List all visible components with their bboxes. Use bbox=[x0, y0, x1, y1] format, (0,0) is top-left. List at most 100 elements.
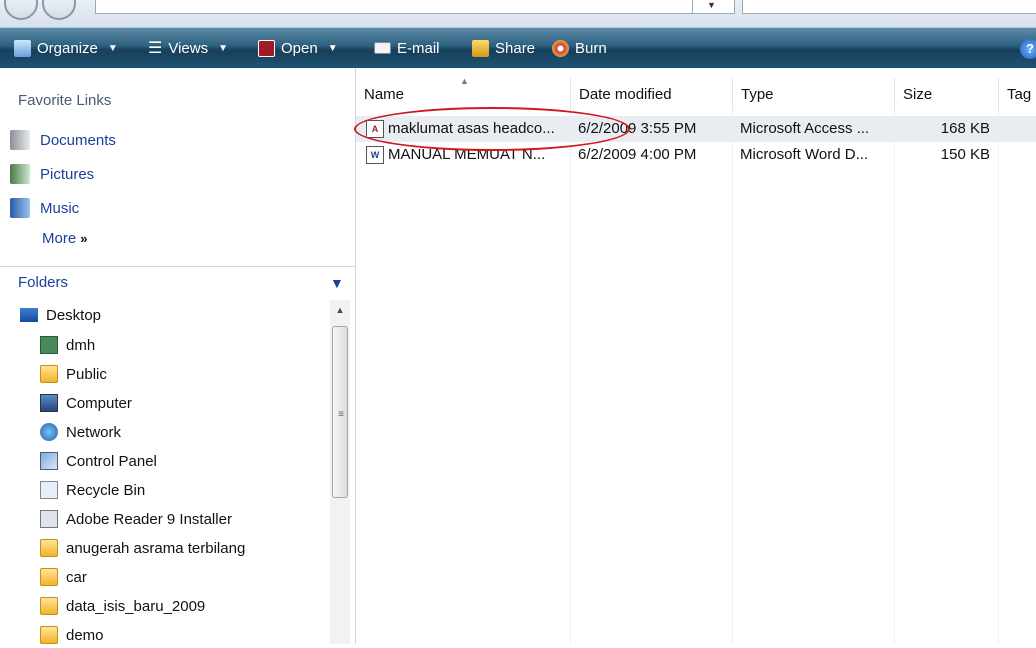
folder-icon bbox=[40, 365, 58, 383]
file-list: Name ▲ Date modified Type Size Tag A mak… bbox=[356, 68, 1036, 644]
folders-header[interactable]: Folders ▼ bbox=[0, 266, 356, 298]
tree-item-car[interactable]: car bbox=[40, 564, 87, 590]
tree-item-label: dmh bbox=[66, 336, 96, 354]
address-field[interactable] bbox=[95, 0, 735, 14]
folder-icon bbox=[40, 568, 58, 586]
documents-icon bbox=[10, 130, 30, 150]
folder-icon bbox=[40, 597, 58, 615]
pictures-icon bbox=[10, 164, 30, 184]
column-divider bbox=[570, 110, 571, 644]
tree-item-label: Recycle Bin bbox=[66, 481, 146, 499]
tree-item-label: Network bbox=[66, 423, 122, 441]
organize-icon bbox=[14, 39, 31, 57]
views-button[interactable]: ☰ Views ▼ bbox=[148, 28, 228, 68]
tree-item-recycle-bin[interactable]: Recycle Bin bbox=[40, 477, 145, 503]
views-label: Views bbox=[168, 39, 209, 57]
scroll-up-icon[interactable]: ▲ bbox=[330, 300, 350, 320]
search-input[interactable] bbox=[742, 0, 1036, 14]
tree-item-public[interactable]: Public bbox=[40, 361, 107, 387]
chevron-down-icon: ▼ bbox=[327, 42, 338, 54]
column-header-label: Tag bbox=[1007, 85, 1032, 103]
burn-button[interactable]: Burn bbox=[552, 28, 607, 68]
tree-item-label: Desktop bbox=[46, 306, 102, 324]
file-type: Microsoft Access ... bbox=[740, 120, 870, 137]
back-button[interactable] bbox=[4, 0, 38, 20]
column-header-label: Name bbox=[364, 85, 405, 103]
tree-item-adobe-reader-installer[interactable]: Adobe Reader 9 Installer bbox=[40, 506, 232, 532]
share-label: Share bbox=[495, 39, 536, 57]
help-icon[interactable]: ? bbox=[1020, 39, 1036, 59]
highlight-annotation-oval bbox=[354, 107, 630, 151]
share-icon bbox=[472, 39, 489, 57]
tree-item-network[interactable]: Network bbox=[40, 419, 121, 445]
favorite-links-heading: Favorite Links bbox=[18, 92, 112, 109]
address-dropdown-icon[interactable]: ▼ bbox=[692, 0, 730, 14]
computer-icon bbox=[40, 394, 58, 412]
burn-label: Burn bbox=[575, 39, 607, 57]
scroll-thumb[interactable]: ≡ bbox=[332, 326, 348, 498]
burn-disc-icon bbox=[552, 39, 569, 57]
desktop-icon bbox=[20, 308, 38, 322]
navigation-pane: Favorite Links Documents Pictures Music … bbox=[0, 68, 356, 644]
column-header-label: Size bbox=[903, 85, 933, 103]
email-label: E-mail bbox=[397, 39, 440, 57]
column-divider bbox=[998, 110, 999, 644]
access-app-icon bbox=[258, 39, 275, 57]
tree-item-label: anugerah asrama terbilang bbox=[66, 539, 246, 557]
file-type: Microsoft Word D... bbox=[740, 146, 869, 163]
column-header-tag[interactable]: Tag bbox=[998, 78, 1036, 110]
tree-item-label: car bbox=[66, 568, 87, 586]
file-size: 150 KB bbox=[940, 146, 990, 163]
folder-icon bbox=[40, 626, 58, 644]
grip-icon: ≡ bbox=[338, 409, 344, 420]
folders-scrollbar[interactable]: ▲ ≡ bbox=[330, 300, 350, 644]
column-header-type[interactable]: Type bbox=[732, 78, 894, 110]
organize-button[interactable]: Organize ▼ bbox=[14, 28, 118, 68]
tree-item-control-panel[interactable]: Control Panel bbox=[40, 448, 157, 474]
tree-item-label: Computer bbox=[66, 394, 132, 412]
tree-item-label: Control Panel bbox=[66, 452, 157, 470]
tree-item-demo[interactable]: demo bbox=[40, 622, 104, 648]
tree-item-label: demo bbox=[66, 626, 104, 644]
more-label: More bbox=[42, 230, 77, 247]
tree-item-desktop[interactable]: Desktop bbox=[20, 302, 101, 328]
more-links-button[interactable]: More» bbox=[42, 230, 87, 247]
installer-icon bbox=[40, 510, 58, 528]
favorite-link-music[interactable]: Music bbox=[10, 196, 79, 220]
forward-button[interactable] bbox=[42, 0, 76, 20]
column-header-date-modified[interactable]: Date modified bbox=[570, 78, 732, 110]
file-date-modified: 6/2/2009 4:00 PM bbox=[578, 146, 697, 163]
chevron-down-icon: ▼ bbox=[330, 274, 344, 291]
file-size: 168 KB bbox=[940, 120, 990, 137]
user-folder-icon bbox=[40, 336, 58, 354]
column-header-label: Type bbox=[741, 85, 774, 103]
network-icon bbox=[40, 423, 58, 441]
column-divider bbox=[732, 110, 733, 644]
chevron-down-icon: ▼ bbox=[218, 42, 228, 54]
chevron-down-icon: ▼ bbox=[107, 42, 118, 54]
address-bar-strip: ▼ bbox=[0, 0, 1036, 28]
double-chevron-icon: » bbox=[80, 231, 88, 246]
organize-label: Organize bbox=[37, 39, 98, 57]
folders-heading: Folders bbox=[18, 274, 69, 291]
column-header-size[interactable]: Size bbox=[894, 78, 998, 110]
views-icon: ☰ bbox=[148, 40, 163, 57]
sort-ascending-icon: ▲ bbox=[460, 76, 469, 86]
tree-item-dmh[interactable]: dmh bbox=[40, 332, 95, 358]
column-divider bbox=[894, 110, 895, 644]
favorite-link-pictures[interactable]: Pictures bbox=[10, 162, 94, 186]
tree-item-label: data_isis_baru_2009 bbox=[66, 597, 206, 615]
favorite-link-documents[interactable]: Documents bbox=[10, 128, 116, 152]
tree-item-label: Adobe Reader 9 Installer bbox=[66, 510, 232, 528]
favorite-link-label: Music bbox=[40, 199, 80, 217]
open-button[interactable]: Open ▼ bbox=[258, 28, 338, 68]
share-button[interactable]: Share bbox=[472, 28, 535, 68]
tree-item-anugerah-asrama-terbilang[interactable]: anugerah asrama terbilang bbox=[40, 535, 245, 561]
email-button[interactable]: E-mail bbox=[374, 28, 440, 68]
tree-item-computer[interactable]: Computer bbox=[40, 390, 132, 416]
folder-icon bbox=[40, 539, 58, 557]
column-header-label: Date modified bbox=[579, 85, 672, 103]
command-toolbar: Organize ▼ ☰ Views ▼ Open ▼ E-mail Share… bbox=[0, 28, 1036, 68]
envelope-icon bbox=[374, 42, 391, 54]
tree-item-data-isis-baru-2009[interactable]: data_isis_baru_2009 bbox=[40, 593, 205, 619]
